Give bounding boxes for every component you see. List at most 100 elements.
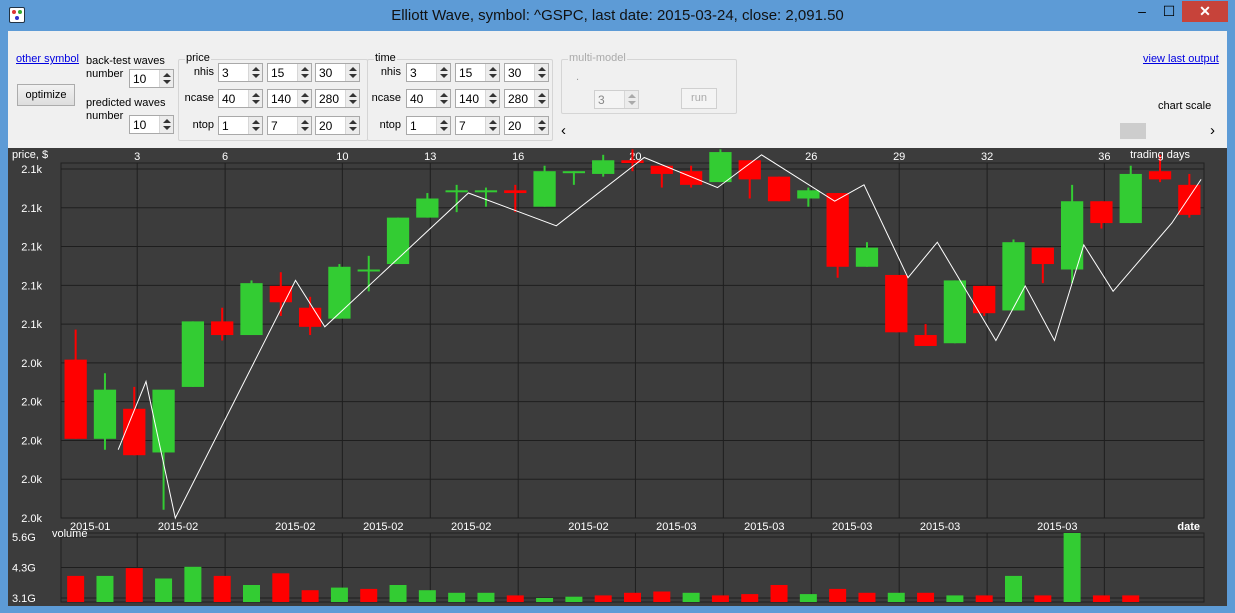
time-ntop-spinner-1[interactable]: 1: [406, 116, 451, 135]
price-ntop-spinner-3[interactable]: 20: [315, 116, 360, 135]
close-button[interactable]: ✕: [1182, 1, 1228, 22]
spinner-arrows-icon[interactable]: [297, 64, 311, 81]
chart-area: 361013162023262932362.1k2.1k2.1k2.1k2.1k…: [8, 148, 1227, 606]
price-ncase-spinner-1[interactable]: 40: [218, 89, 263, 108]
price-ncase-spinner-3[interactable]: 280: [315, 89, 360, 108]
candle-body: [1031, 247, 1054, 265]
time-ncase-spinner-2[interactable]: 140: [455, 89, 500, 108]
chart-canvas: 361013162023262932362.1k2.1k2.1k2.1k2.1k…: [12, 149, 1205, 605]
minimize-button[interactable]: ‒: [1128, 1, 1156, 22]
spinner-arrows-icon[interactable]: [345, 117, 359, 134]
spinner-arrows-icon[interactable]: [159, 70, 173, 87]
price-axis-tick-label: 2.1k: [21, 164, 42, 176]
candle-body: [152, 389, 175, 453]
title-bar: Elliott Wave, symbol: ^GSPC, last date: …: [0, 0, 1235, 32]
spinner-arrows-icon[interactable]: [436, 64, 450, 81]
candle-body: [240, 283, 263, 336]
spinner-arrows-icon[interactable]: [345, 64, 359, 81]
volume-bar: [536, 598, 554, 602]
price-nhis-spinner-3[interactable]: 30: [315, 63, 360, 82]
spinner-arrows-icon[interactable]: [624, 91, 638, 108]
volume-bar: [418, 590, 436, 602]
price-ntop-spinner-1[interactable]: 1: [218, 116, 263, 135]
spinner-arrows-icon[interactable]: [436, 90, 450, 107]
volume-bar: [799, 594, 817, 602]
time-nhis-spinner-2[interactable]: 15: [455, 63, 500, 82]
volume-bar: [125, 568, 143, 602]
run-button[interactable]: run: [681, 88, 717, 109]
price-ncase-spinner-2[interactable]: 140: [267, 89, 312, 108]
spinner-arrows-icon[interactable]: [485, 90, 499, 107]
spinner-value: 280: [508, 92, 529, 106]
spinner-arrows-icon[interactable]: [436, 117, 450, 134]
spinner-arrows-icon[interactable]: [534, 64, 548, 81]
volume-bar: [184, 566, 202, 602]
time-ntop-spinner-2[interactable]: 7: [455, 116, 500, 135]
chart-scale-scrollbar[interactable]: ‹ ›: [559, 122, 1218, 140]
time-ncase-spinner-1[interactable]: 40: [406, 89, 451, 108]
volume-bar: [1034, 595, 1052, 602]
volume-axis-tick-label: 4.3G: [12, 563, 36, 575]
main-panel: other symbol optimize back-test waves nu…: [8, 31, 1227, 606]
date-axis-tick-label: 2015-03: [744, 521, 784, 533]
spinner-arrows-icon[interactable]: [248, 117, 262, 134]
time-ncase-spinner-3[interactable]: 280: [504, 89, 549, 108]
price-ntop-label: ntop: [192, 119, 214, 131]
volume-bar: [1092, 595, 1110, 602]
volume-bar: [887, 592, 905, 602]
price-nhis-label: nhis: [193, 66, 214, 78]
scroll-left-icon[interactable]: ‹: [561, 122, 566, 139]
time-ntop-spinner-3[interactable]: 20: [504, 116, 549, 135]
multi-model-spinner[interactable]: 3: [594, 90, 639, 109]
minimize-icon: ‒: [1138, 3, 1146, 19]
close-icon: ✕: [1199, 3, 1211, 19]
volume-bar: [477, 592, 495, 602]
top-axis-tick-label: 32: [981, 151, 993, 163]
time-nhis-spinner-3[interactable]: 30: [504, 63, 549, 82]
volume-axis-tick-label: 5.6G: [12, 532, 36, 544]
candle-body: [474, 190, 498, 193]
volume-bar: [653, 591, 671, 602]
spinner-arrows-icon[interactable]: [248, 64, 262, 81]
trading-days-label: trading days: [1130, 149, 1190, 161]
price-ntop-spinner-2[interactable]: 7: [267, 116, 312, 135]
volume-bar: [243, 585, 260, 602]
spinner-arrows-icon[interactable]: [159, 116, 173, 133]
spinner-arrows-icon[interactable]: [485, 64, 499, 81]
maximize-button[interactable]: ☐: [1156, 1, 1182, 22]
candle-body: [64, 359, 87, 439]
view-last-output-link[interactable]: view last output: [1143, 53, 1219, 65]
price-axis-title: price, $: [12, 149, 48, 161]
top-axis-tick-label: 13: [424, 151, 436, 163]
candle-body: [914, 335, 937, 346]
spinner-value: 1: [410, 119, 417, 133]
predicted-waves-spinner[interactable]: 10: [129, 115, 174, 134]
spinner-arrows-icon[interactable]: [534, 117, 548, 134]
candle-body: [533, 171, 556, 207]
chart-scale-label: chart scale: [1158, 100, 1212, 112]
spinner-value: 20: [319, 119, 333, 133]
other-symbol-link[interactable]: other symbol: [16, 53, 79, 65]
volume-axis-title: volume: [52, 528, 87, 540]
candle-body: [93, 389, 117, 439]
volume-bar: [1063, 533, 1081, 602]
price-nhis-spinner-2[interactable]: 15: [267, 63, 312, 82]
time-nhis-spinner-1[interactable]: 3: [406, 63, 451, 82]
optimize-button[interactable]: optimize: [17, 84, 75, 106]
backtest-waves-spinner[interactable]: 10: [129, 69, 174, 88]
candle-body: [1002, 242, 1025, 311]
price-ncase-label: ncase: [184, 92, 214, 104]
spinner-arrows-icon[interactable]: [345, 90, 359, 107]
price-nhis-spinner-1[interactable]: 3: [218, 63, 263, 82]
multi-model-dot: .: [576, 71, 580, 83]
candle-body: [328, 266, 351, 319]
spinner-arrows-icon[interactable]: [297, 90, 311, 107]
spinner-arrows-icon[interactable]: [534, 90, 548, 107]
spinner-arrows-icon[interactable]: [485, 117, 499, 134]
spinner-arrows-icon[interactable]: [248, 90, 262, 107]
scroll-right-icon[interactable]: ›: [1210, 122, 1215, 139]
scrollbar-thumb[interactable]: [1120, 123, 1147, 139]
price-axis-tick-label: 2.0k: [21, 358, 42, 370]
spinner-arrows-icon[interactable]: [297, 117, 311, 134]
top-axis-tick-label: 29: [893, 151, 905, 163]
